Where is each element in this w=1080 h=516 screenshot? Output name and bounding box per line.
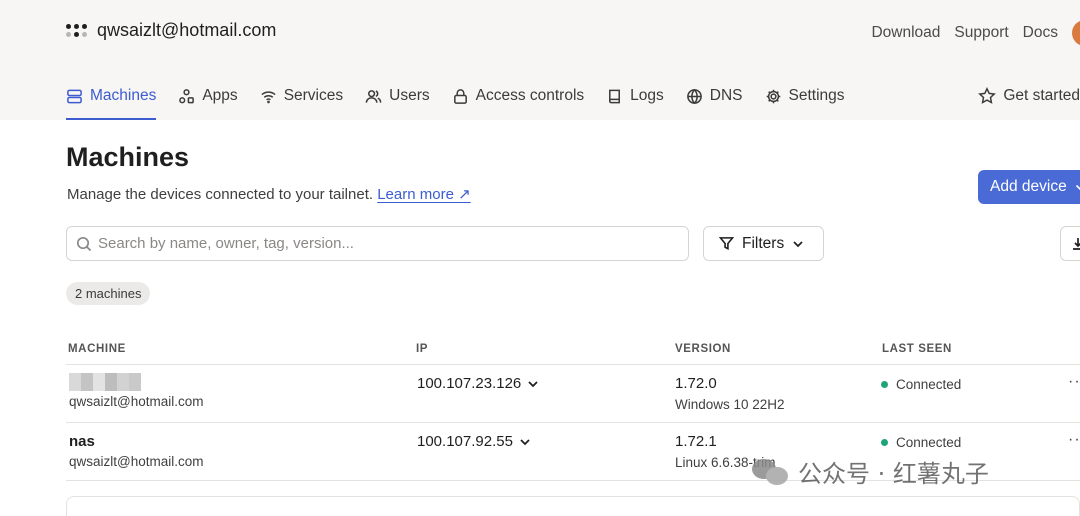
globe-icon [686, 88, 702, 104]
page-title: Machines [66, 142, 190, 172]
machine-name[interactable]: nas [69, 433, 204, 450]
machine-count-badge: 2 machines [66, 282, 151, 305]
status-dot-icon [881, 439, 888, 446]
get-started-link[interactable]: Get started [978, 72, 1080, 120]
filters-button[interactable]: Filters [703, 226, 824, 261]
machine-owner: qwsaizlt@hotmail.com [69, 394, 204, 409]
table-row[interactable]: qwsaizlt@hotmail.com 100.107.23.126 1.72… [66, 365, 1080, 423]
account-name: qwsaizlt@hotmail.com [97, 20, 277, 40]
gear-icon [766, 89, 780, 103]
tab-machines[interactable]: Machines [66, 72, 157, 120]
tab-settings[interactable]: Settings [765, 72, 845, 120]
os-version: Windows 10 22H2 [675, 397, 785, 412]
chevron-down-icon [520, 438, 530, 445]
redacted-machine-name [69, 373, 204, 391]
version-cell: 1.72.0 Windows 10 22H2 [675, 375, 785, 412]
tab-label: DNS [709, 87, 743, 104]
last-seen-cell: Connected [881, 435, 961, 450]
top-bar: qwsaizlt@hotmail.com Download Support Do… [0, 0, 1080, 120]
star-icon [978, 87, 997, 104]
machine-cell: nas qwsaizlt@hotmail.com [69, 433, 204, 469]
status-text: Connected [896, 377, 962, 392]
tab-access-controls[interactable]: Access controls [452, 72, 585, 120]
machine-cell: qwsaizlt@hotmail.com [69, 373, 204, 409]
filters-label: Filters [742, 234, 785, 252]
status-text: Connected [896, 435, 962, 450]
search-icon [76, 236, 92, 251]
search-box[interactable] [66, 226, 689, 261]
wifi-icon [261, 90, 276, 103]
tab-label: Machines [90, 87, 157, 104]
top-links: Download Support Docs [871, 20, 1080, 46]
tab-apps[interactable]: Apps [178, 72, 238, 120]
last-seen-cell: Connected [881, 377, 961, 392]
tab-label: Settings [788, 87, 845, 104]
row-menu-button[interactable]: ·· [1068, 373, 1080, 391]
version: 1.72.1 [675, 433, 717, 450]
column-header-version[interactable]: VERSION [675, 343, 731, 355]
wechat-icon [752, 457, 790, 487]
tab-label: Logs [630, 87, 664, 104]
machine-owner: qwsaizlt@hotmail.com [69, 454, 204, 469]
tab-label: Access controls [475, 87, 585, 104]
tab-label: Users [389, 87, 430, 104]
add-device-label: Add device [990, 178, 1067, 195]
learn-more-link[interactable]: Learn more ↗ [377, 186, 470, 203]
nav-tabs: Machines Apps Services Users Access cont… [66, 72, 1080, 120]
filter-icon [719, 237, 734, 250]
chevron-down-icon [793, 240, 803, 247]
ip-address: 100.107.92.55 [417, 433, 513, 450]
tab-logs[interactable]: Logs [606, 72, 664, 120]
search-input[interactable] [98, 235, 678, 252]
tab-label: Apps [202, 87, 238, 104]
column-header-last-seen[interactable]: LAST SEEN [882, 343, 952, 355]
version: 1.72.0 [675, 375, 717, 392]
ip-cell[interactable]: 100.107.92.55 [417, 433, 531, 450]
ip-cell[interactable]: 100.107.23.126 [417, 375, 539, 392]
ip-address: 100.107.23.126 [417, 375, 522, 392]
chevron-down-icon [528, 380, 538, 387]
watermark: 公众号 · 红薯丸子 [752, 454, 989, 489]
users-icon [365, 89, 382, 103]
column-header-machine[interactable]: MACHINE [68, 343, 126, 355]
row-menu-button[interactable]: ·· [1068, 431, 1080, 449]
tab-label: Services [283, 87, 344, 104]
download-link[interactable]: Download [871, 24, 940, 42]
apps-icon [179, 88, 195, 103]
watermark-text: 公众号 · 红薯丸子 [798, 460, 989, 488]
tailscale-logo-icon [66, 24, 87, 37]
tab-services[interactable]: Services [260, 72, 343, 120]
chevron-down-icon [1075, 184, 1080, 191]
get-started-label: Get started [1003, 87, 1080, 104]
brand[interactable]: qwsaizlt@hotmail.com [66, 20, 276, 41]
avatar[interactable] [1072, 20, 1080, 46]
machines-icon [67, 89, 82, 103]
support-link[interactable]: Support [954, 24, 1008, 42]
export-icon [1073, 237, 1080, 250]
status-dot-icon [881, 381, 888, 388]
tab-users[interactable]: Users [365, 72, 430, 120]
column-header-ip[interactable]: IP [416, 343, 428, 355]
tab-dns[interactable]: DNS [686, 72, 743, 120]
export-button[interactable] [1060, 226, 1080, 261]
lock-icon [453, 88, 467, 104]
docs-link[interactable]: Docs [1023, 24, 1058, 42]
add-device-button[interactable]: Add device [978, 170, 1080, 204]
subtitle-text: Manage the devices connected to your tai… [67, 186, 374, 203]
bottom-card [66, 496, 1080, 516]
page-subtitle: Manage the devices connected to your tai… [67, 185, 471, 203]
book-icon [609, 89, 621, 103]
